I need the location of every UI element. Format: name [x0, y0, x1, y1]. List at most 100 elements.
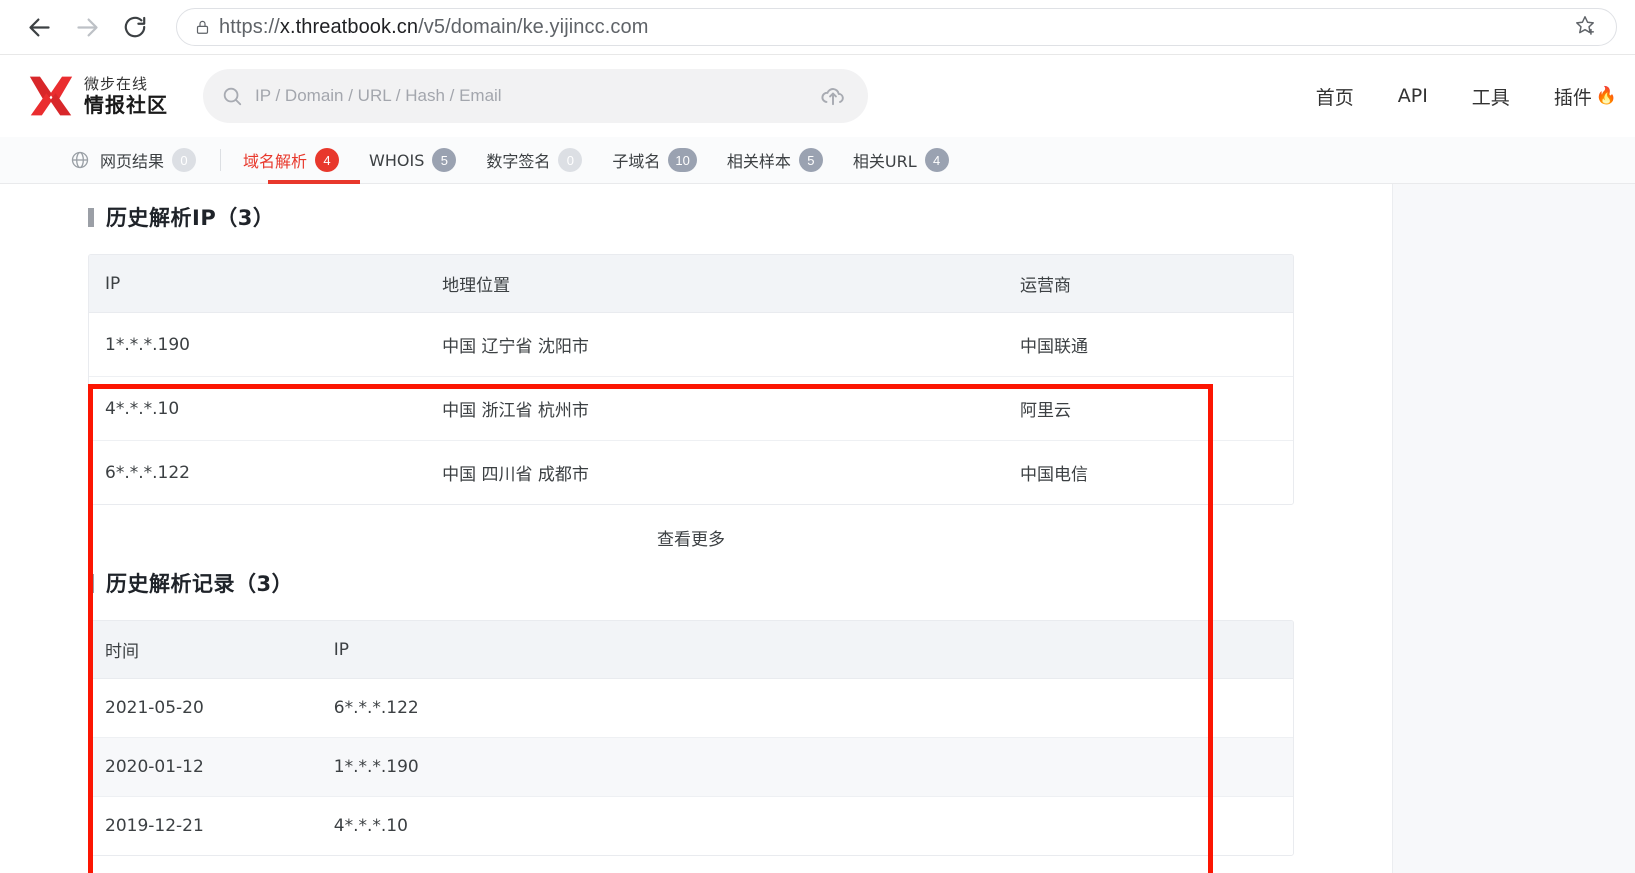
- cell-c3: [1004, 797, 1197, 856]
- cell-ip: 1*.*.*.190: [317, 737, 1005, 797]
- table-row[interactable]: 1*.*.*.190 中国 辽宁省 沈阳市 中国联通: [89, 312, 1293, 377]
- table-row[interactable]: 6*.*.*.122 中国 四川省 成都市 中国电信: [89, 441, 1293, 505]
- url-text: https://x.threatbook.cn/v5/domain/ke.yij…: [213, 16, 1568, 39]
- view-more-link[interactable]: 查看更多: [88, 505, 1294, 558]
- cell-ip: 6*.*.*.122: [317, 678, 1005, 738]
- tab-web-results[interactable]: 网页结果 0: [70, 137, 197, 183]
- section-title-historic-records-label: 历史解析记录（3）: [106, 572, 294, 596]
- globe-icon: [70, 150, 90, 170]
- col-header-time: 时间: [89, 621, 318, 679]
- cell-c4: [1196, 678, 1293, 738]
- back-arrow-icon: [26, 14, 53, 41]
- col-header-carrier: 运营商: [1004, 255, 1197, 313]
- section-title-historic-ip-label: 历史解析IP（3）: [106, 206, 275, 230]
- nav-item-tools-label: 工具: [1471, 86, 1510, 109]
- tab-web-results-badge: 0: [172, 148, 197, 172]
- tab-related-samples[interactable]: 相关样本 5: [727, 137, 823, 183]
- tab-domain-resolution-badge: 4: [315, 148, 340, 172]
- section-accent-bar: [88, 207, 94, 227]
- tab-digital-signature-label: 数字签名: [486, 152, 551, 171]
- cell-carrier: 阿里云: [1004, 376, 1197, 441]
- url-path: /v5/domain/ke.yijincc.com: [418, 15, 649, 38]
- tab-subdomains-label: 子域名: [612, 152, 661, 171]
- cell-location: 中国 四川省 成都市: [442, 465, 589, 485]
- tab-related-urls[interactable]: 相关URL 4: [853, 137, 949, 183]
- logo-line-2: 情报社区: [84, 93, 168, 117]
- cell-ip: 6*.*.*.122: [105, 462, 190, 483]
- section-title-historic-records: 历史解析记录（3）: [88, 568, 1392, 598]
- tab-related-samples-badge: 5: [798, 148, 823, 172]
- cloud-upload-icon[interactable]: [816, 83, 846, 109]
- fire-icon: 🔥: [1595, 86, 1617, 106]
- site-header: 微步在线 情报社区 首页 API 工具 插件 🔥: [0, 55, 1635, 137]
- forward-button[interactable]: [66, 6, 108, 48]
- col-header-c4: [1196, 621, 1293, 679]
- table-row[interactable]: 2020-01-12 1*.*.*.190: [89, 737, 1293, 797]
- table-row[interactable]: 2019-12-21 4*.*.*.10: [89, 797, 1293, 856]
- bookmark-button[interactable]: [1568, 14, 1602, 41]
- search-icon: [221, 85, 247, 107]
- cell-location: 中国 辽宁省 沈阳市: [426, 312, 1005, 377]
- section-title-historic-ip: 历史解析IP（3）: [88, 202, 1392, 232]
- tab-digital-signature[interactable]: 数字签名 0: [486, 137, 583, 183]
- tab-related-urls-badge: 4: [924, 148, 949, 172]
- search-input[interactable]: [247, 86, 816, 106]
- section-accent-bar: [88, 573, 94, 593]
- tab-digital-signature-badge: 0: [558, 148, 583, 172]
- star-add-icon: [1574, 14, 1596, 41]
- nav-item-plugin[interactable]: 插件 🔥: [1554, 83, 1617, 110]
- table-header-row: 时间 IP: [89, 621, 1293, 679]
- cell-c3: [1004, 678, 1197, 738]
- historic-records-table: 时间 IP 2021-05-20 6*.*.*.122 2020-01-12 1…: [89, 621, 1293, 855]
- cell-c3: [1004, 737, 1197, 797]
- tab-whois[interactable]: WHOIS 5: [369, 137, 457, 183]
- historic-ip-table: IP 地理位置 运营商 1*.*.*.190 中国 辽宁省 沈阳市 中国联通 4…: [89, 255, 1293, 504]
- cell-ip: 4*.*.*.10: [89, 376, 427, 441]
- cell-carrier: 中国联通: [1004, 312, 1197, 377]
- threatbook-x-logo-icon: [28, 73, 74, 119]
- historic-records-card: 时间 IP 2021-05-20 6*.*.*.122 2020-01-12 1…: [88, 620, 1294, 856]
- back-button[interactable]: [18, 6, 60, 48]
- cell-ip: 4*.*.*.10: [333, 816, 408, 836]
- top-navigation: 首页 API 工具 插件 🔥: [1316, 83, 1635, 110]
- forward-arrow-icon: [74, 14, 101, 41]
- nav-item-api[interactable]: API: [1398, 85, 1428, 107]
- cell-c4: [1196, 737, 1293, 797]
- cell-extra: [1197, 441, 1293, 505]
- site-logo[interactable]: 微步在线 情报社区: [28, 73, 168, 119]
- nav-item-home[interactable]: 首页: [1316, 83, 1354, 110]
- global-search-box[interactable]: [203, 69, 868, 123]
- reload-icon: [122, 14, 148, 40]
- tab-web-results-label: 网页结果: [100, 152, 165, 171]
- cell-time: 2021-05-20: [89, 678, 318, 738]
- col-header-ip: IP: [317, 621, 1005, 679]
- logo-line-1: 微步在线: [84, 75, 149, 93]
- nav-item-plugin-label: 插件: [1553, 86, 1592, 109]
- result-tabbar: 网页结果 0 域名解析 4 WHOIS 5 数字签名 0 子域名 10 相关样本…: [0, 137, 1635, 185]
- nav-item-tools[interactable]: 工具: [1472, 83, 1510, 110]
- cell-extra: [1196, 376, 1293, 441]
- tab-subdomains[interactable]: 子域名 10: [612, 137, 697, 183]
- page-body: 历史解析IP（3） IP 地理位置 运营商 1*.*.*.190 中国 辽宁省 …: [0, 184, 1635, 873]
- cell-carrier: 中国电信: [1020, 465, 1089, 485]
- historic-ip-card: IP 地理位置 运营商 1*.*.*.190 中国 辽宁省 沈阳市 中国联通 4…: [88, 254, 1294, 505]
- table-row[interactable]: 4*.*.*.10 中国 浙江省 杭州市 阿里云: [89, 376, 1293, 441]
- tab-whois-label: WHOIS: [369, 150, 425, 170]
- cell-time: 2019-12-21: [105, 816, 204, 836]
- table-header-row: IP 地理位置 运营商: [89, 255, 1293, 313]
- col-header-location: 地理位置: [426, 255, 1005, 313]
- cell-time: 2020-01-12: [89, 737, 318, 797]
- cell-ip: 1*.*.*.190: [89, 312, 427, 377]
- tab-related-samples-label: 相关样本: [726, 152, 791, 171]
- table-row[interactable]: 2021-05-20 6*.*.*.122: [89, 678, 1293, 738]
- col-header-extra: [1196, 255, 1293, 313]
- address-bar[interactable]: https://x.threatbook.cn/v5/domain/ke.yij…: [176, 8, 1617, 46]
- tab-domain-resolution[interactable]: 域名解析 4: [243, 137, 340, 183]
- tab-whois-badge: 5: [432, 148, 457, 172]
- tab-domain-resolution-label: 域名解析: [243, 152, 308, 171]
- col-header-c3: [1004, 621, 1197, 679]
- tab-subdomains-badge: 10: [668, 148, 697, 172]
- col-header-ip: IP: [89, 255, 427, 313]
- tab-divider: [220, 149, 222, 171]
- reload-button[interactable]: [114, 6, 156, 48]
